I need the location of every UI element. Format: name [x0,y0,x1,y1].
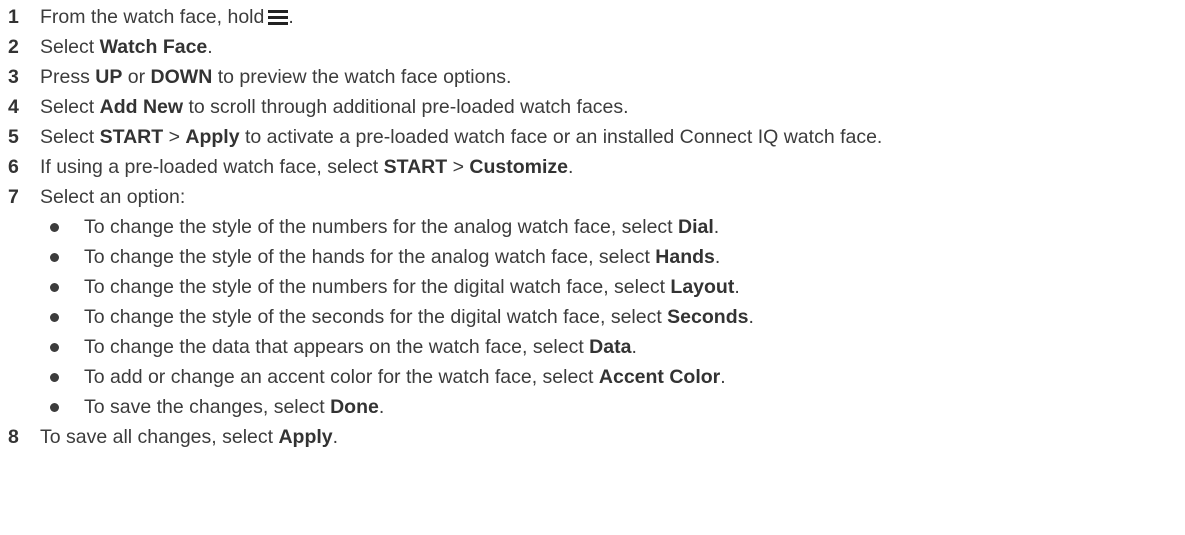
step-number: 4 [8,96,19,118]
menu-icon [268,10,289,26]
option-text-part: . [734,276,740,298]
step-text-part: Select [40,36,100,58]
ui-term: Watch Face [99,36,208,58]
step-text-part: to scroll through additional pre-loaded … [183,96,629,118]
ui-term: Apply [185,126,240,148]
option-text-part: To save the changes, select [84,396,331,418]
step-text: Select Add New to scroll through additio… [40,92,629,122]
ui-term: DOWN [150,66,213,88]
step-text-part: to preview the watch face options. [212,66,512,88]
step-text: Press UP or DOWN to preview the watch fa… [40,62,511,92]
step-text-part: Select [40,96,100,118]
step-text-part: Select [40,126,100,148]
ui-term: START [383,156,448,178]
option-text-part: To add or change an accent color for the… [84,366,599,388]
ui-term: Done [330,396,379,418]
step-text: To save all changes, select Apply. [40,422,338,452]
option-text: To change the data that appears on the w… [84,332,637,362]
step-text-part: > [163,126,186,148]
option-text-part: . [378,396,385,418]
bullet-icon [50,283,59,292]
ui-term: START [99,126,164,148]
option-text: To add or change an accent color for the… [84,362,726,392]
bullet-icon [50,313,59,322]
bullet-icon [50,373,59,382]
option-text-part: To change the style of the numbers for t… [84,276,671,298]
bullet-icon [50,223,59,232]
step-text-part: From the watch face, hold [40,6,265,28]
step-text-part: or [122,66,151,88]
option-text-part: To change the data that appears on the w… [84,336,590,358]
step-number: 6 [8,156,19,178]
ui-term: Seconds [667,306,749,328]
step-number: 7 [8,186,19,208]
option-text-part: To change the style of the seconds for t… [84,306,668,328]
option-text: To save the changes, select Done. [84,392,384,422]
ui-term: UP [95,66,123,88]
option-text: To change the style of the seconds for t… [84,302,754,332]
step-text-part: If using a pre-loaded watch face, select [40,156,384,178]
option-text-part: . [714,246,721,268]
step-text-part: . [332,426,339,448]
step-text: Select Watch Face. [40,32,213,62]
step-number: 2 [8,36,19,58]
bullet-icon [50,343,59,352]
ui-term: Add New [99,96,184,118]
step-text-part: . [288,6,294,28]
step-text-part: . [207,36,213,58]
option-text-part: . [720,366,726,388]
option-text: To change the style of the hands for the… [84,242,720,272]
step-text-part: > [447,156,470,178]
ui-term: Accent Color [598,366,721,388]
option-text-part: To change the style of the hands for the… [84,246,656,268]
ui-term: Dial [678,216,714,238]
option-text-part: To change the style of the numbers for t… [84,216,679,238]
bullet-icon [50,403,59,412]
option-text: To change the style of the numbers for t… [84,272,740,302]
bullet-icon [50,253,59,262]
ui-term: Customize [469,156,569,178]
step-number: 3 [8,66,19,88]
step-text-part: . [568,156,574,178]
step-text: From the watch face, hold. [40,2,294,32]
instruction-document: 1 From the watch face, hold. 2 Select Wa… [0,0,1185,535]
step-number: 8 [8,426,19,448]
ui-term: Layout [670,276,735,298]
step-text-part: to activate a pre-loaded watch face or a… [239,126,883,148]
ui-term: Hands [655,246,715,268]
ui-term: Apply [278,426,333,448]
step-number: 5 [8,126,19,148]
step-text-part: To save all changes, select [40,426,279,448]
step-text: If using a pre-loaded watch face, select… [40,152,573,182]
option-text-part: . [713,216,720,238]
option-text: To change the style of the numbers for t… [84,212,719,242]
step-number: 1 [8,6,19,28]
step-text: Select an option: [40,186,186,208]
step-text-part: Press [40,66,96,88]
option-text-part: . [631,336,637,358]
option-text-part: . [748,306,754,328]
ui-term: Data [589,336,632,358]
step-text: Select START > Apply to activate a pre-l… [40,122,882,152]
